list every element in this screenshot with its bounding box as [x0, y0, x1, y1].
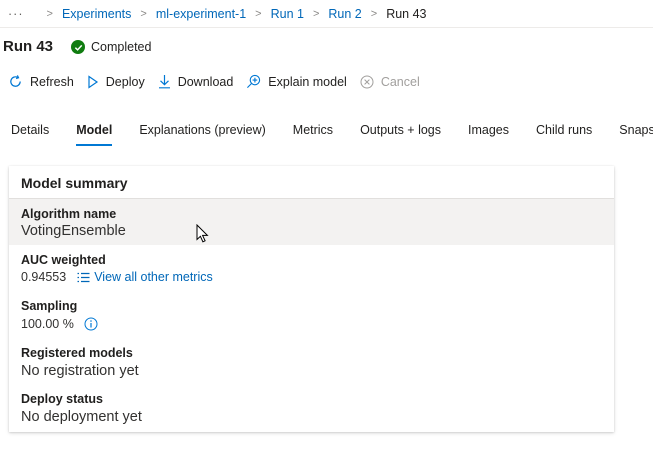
deploy-status-label: Deploy status: [21, 392, 103, 406]
refresh-button[interactable]: Refresh: [8, 74, 74, 89]
tab-images[interactable]: Images: [468, 123, 509, 146]
page-title: Run 43: [3, 38, 54, 55]
chevron-right-icon: >: [46, 8, 53, 20]
deploy-status-value: No deployment yet: [21, 409, 142, 425]
download-button[interactable]: Download: [158, 74, 234, 89]
info-icon[interactable]: [84, 317, 98, 331]
more-icon[interactable]: ···: [8, 7, 24, 21]
breadcrumb-run-2[interactable]: Run 2: [328, 7, 361, 21]
tab-metrics[interactable]: Metrics: [293, 123, 333, 146]
tab-details[interactable]: Details: [11, 123, 49, 146]
view-metrics-link[interactable]: View all other metrics: [77, 270, 213, 284]
breadcrumb-run-1[interactable]: Run 1: [271, 7, 304, 21]
chevron-right-icon: >: [370, 8, 378, 20]
list-icon: [77, 272, 90, 282]
algorithm-value: VotingEnsemble: [21, 223, 126, 239]
status-badge: Completed: [71, 40, 151, 54]
explain-model-label: Explain model: [268, 74, 347, 89]
cancel-icon: [360, 75, 374, 88]
explain-model-button[interactable]: Explain model: [246, 74, 347, 89]
play-icon: [88, 74, 98, 89]
sampling-row: 100.00 %: [21, 317, 98, 331]
registered-models-label: Registered models: [21, 346, 133, 360]
breadcrumb: ··· > Experiments > ml-experiment-1 > Ru…: [8, 6, 427, 22]
breadcrumb-experiments[interactable]: Experiments: [62, 7, 131, 21]
card-title: Model summary: [21, 175, 128, 191]
refresh-label: Refresh: [30, 74, 74, 89]
tab-model[interactable]: Model: [76, 123, 113, 146]
deploy-label: Deploy: [105, 74, 145, 89]
zoom-in-icon: [247, 74, 261, 88]
chevron-right-icon: >: [255, 8, 262, 20]
breadcrumb-experiment[interactable]: ml-experiment-1: [156, 7, 246, 21]
chevron-right-icon: >: [312, 8, 320, 20]
model-summary-card: Model summary Algorithm name VotingEnsem…: [9, 166, 614, 432]
deploy-button[interactable]: Deploy: [87, 75, 145, 89]
sampling-value: 100.00 %: [21, 317, 74, 331]
download-icon: [158, 75, 170, 89]
auc-label: AUC weighted: [21, 253, 106, 267]
tab-snapshot[interactable]: Snapsho: [619, 123, 653, 146]
cancel-button[interactable]: Cancel: [360, 75, 420, 89]
auc-row: 0.94553 View all other metrics: [21, 270, 213, 284]
algorithm-label: Algorithm name: [21, 207, 117, 221]
tab-outputs-logs[interactable]: Outputs + logs: [360, 123, 441, 146]
breadcrumb-current: Run 43: [386, 7, 427, 21]
check-circle-icon: [71, 40, 85, 54]
mouse-pointer-icon: [196, 224, 209, 243]
toolbar: Refresh Deploy Download Explain model Ca…: [8, 74, 433, 89]
registered-models-value: No registration yet: [21, 363, 139, 379]
auc-value: 0.94553: [21, 270, 67, 284]
tab-bar: Details Model Explanations (preview) Met…: [11, 123, 653, 146]
sampling-label: Sampling: [21, 299, 78, 313]
tab-explanations[interactable]: Explanations (preview): [139, 123, 265, 146]
tab-child-runs[interactable]: Child runs: [536, 123, 592, 146]
download-label: Download: [177, 74, 234, 89]
view-metrics-label: View all other metrics: [94, 270, 213, 284]
cancel-label: Cancel: [380, 74, 420, 89]
status-text: Completed: [91, 40, 152, 54]
header-divider: [0, 27, 653, 28]
chevron-right-icon: >: [140, 8, 147, 20]
refresh-icon: [10, 75, 21, 87]
